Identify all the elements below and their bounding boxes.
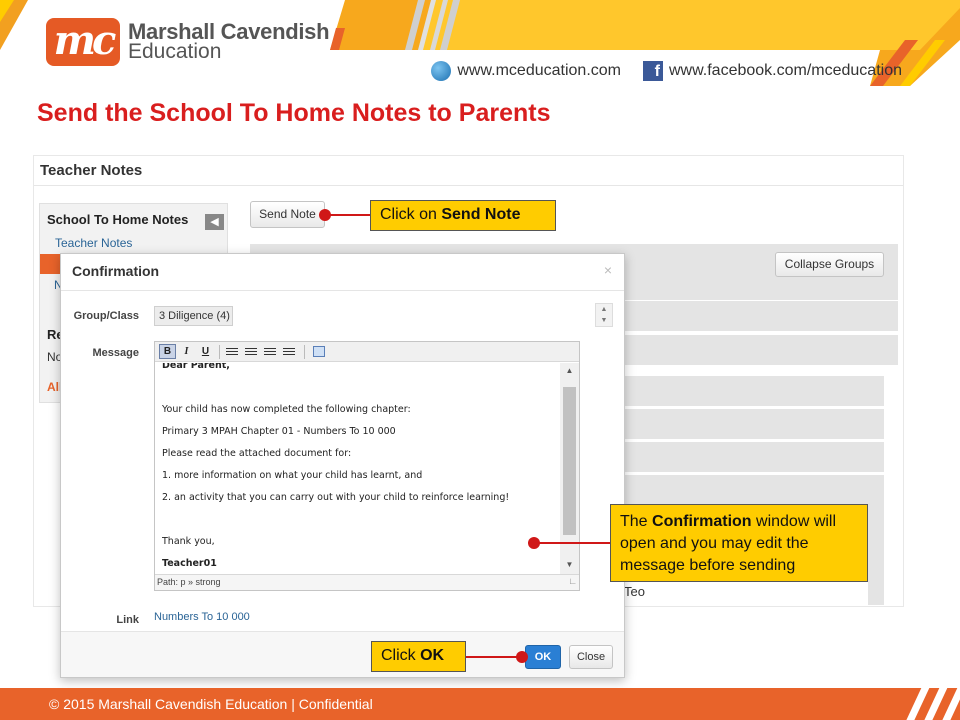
toolbar-separator: [219, 345, 220, 359]
table-scroll-edge: [868, 505, 884, 605]
sidebar-heading: School To Home Notes: [47, 212, 189, 227]
resize-handle-icon[interactable]: ∟: [568, 574, 577, 589]
editor-path-bar: Path: p » strong ∟: [155, 574, 579, 590]
callout-ok: Click OK: [371, 641, 466, 672]
message-line: Your child has now completed the followi…: [162, 404, 411, 415]
message-editor[interactable]: B I U Dear Parent, Your child has now co…: [154, 341, 580, 591]
header-links: www.mceducation.com f www.facebook.com/m…: [431, 61, 902, 81]
close-button[interactable]: Close: [569, 645, 613, 669]
callout-text-bold: Confirmation: [652, 513, 752, 530]
table-cell: Teo: [624, 584, 645, 599]
facebook-link[interactable]: www.facebook.com/mceducation: [669, 62, 902, 80]
message-line: Teacher01: [162, 558, 217, 569]
message-line: Please read the attached document for:: [162, 448, 352, 459]
scroll-up-icon[interactable]: ▲: [560, 366, 579, 375]
message-line: 2. an activity that you can carry out wi…: [162, 492, 510, 503]
callout-confirmation: The Confirmation window will open and yo…: [610, 504, 868, 582]
spinner-arrows-icon[interactable]: ▲ ▼: [595, 303, 613, 327]
divider: [61, 290, 624, 291]
collapse-groups-button[interactable]: Collapse Groups: [775, 252, 884, 277]
message-line: Dear Parent,: [162, 363, 230, 371]
callout-text-bold: OK: [420, 647, 445, 664]
dialog-title: Confirmation: [72, 263, 160, 279]
callout-text-bold: Send Note: [441, 206, 521, 223]
editor-toolbar: B I U: [155, 342, 579, 362]
message-body[interactable]: Dear Parent, Your child has now complete…: [162, 363, 558, 574]
website-link[interactable]: www.mceducation.com: [457, 62, 621, 80]
message-line: 1. more information on what your child h…: [162, 470, 423, 481]
logo-subname: Education: [128, 40, 222, 63]
callout-send-note: Click on Send Note: [370, 200, 556, 231]
close-icon[interactable]: ×: [604, 262, 612, 278]
brand-logo: mc Marshall Cavendish Education: [46, 18, 330, 66]
align-justify-icon[interactable]: [283, 348, 295, 356]
ok-button[interactable]: OK: [525, 645, 561, 669]
confirmation-dialog: Confirmation × Group/Class 3 Diligence (…: [60, 253, 625, 678]
align-right-icon[interactable]: [264, 348, 276, 356]
sidebar-item-teacher-notes[interactable]: Teacher Notes: [55, 236, 132, 250]
insert-image-icon[interactable]: [313, 346, 325, 357]
align-center-icon[interactable]: [245, 348, 257, 356]
group-class-field[interactable]: 3 Diligence (4): [154, 306, 233, 326]
scroll-thumb[interactable]: [563, 387, 576, 535]
message-label: Message: [92, 347, 139, 359]
scroll-down-icon[interactable]: ▼: [560, 560, 579, 569]
logo-name: Marshall Cavendish: [128, 19, 330, 44]
editor-path: Path: p » strong: [157, 577, 221, 587]
underline-button[interactable]: U: [197, 344, 214, 359]
divider: [34, 185, 903, 186]
send-note-button[interactable]: Send Note: [250, 201, 325, 228]
bold-button[interactable]: B: [159, 344, 176, 359]
toolbar-separator: [304, 345, 305, 359]
globe-icon: [431, 61, 452, 81]
message-line: Thank you,: [162, 536, 215, 547]
callout-connector: [534, 542, 610, 544]
callout-text: The: [620, 513, 653, 530]
link-label: Link: [116, 614, 139, 626]
group-class-label: Group/Class: [73, 310, 139, 322]
italic-button[interactable]: I: [178, 344, 195, 359]
collapse-sidebar-icon[interactable]: ◀: [205, 214, 224, 230]
chapter-link[interactable]: Numbers To 10 000: [154, 611, 250, 623]
callout-text: Click on: [380, 206, 442, 223]
slide-footer: © 2015 Marshall Cavendish Education | Co…: [0, 688, 960, 720]
callout-connector: [325, 214, 370, 216]
callout-text: Click: [381, 647, 421, 664]
facebook-icon: f: [643, 61, 663, 81]
footer-copyright: © 2015 Marshall Cavendish Education | Co…: [49, 696, 373, 712]
align-left-icon[interactable]: [226, 348, 238, 356]
callout-connector: [466, 656, 518, 658]
page-title: Teacher Notes: [40, 162, 143, 179]
message-line: Primary 3 MPAH Chapter 01 - Numbers To 1…: [162, 426, 396, 437]
logo-mark: mc: [46, 18, 120, 66]
slide-title: Send the School To Home Notes to Parents: [37, 99, 551, 127]
